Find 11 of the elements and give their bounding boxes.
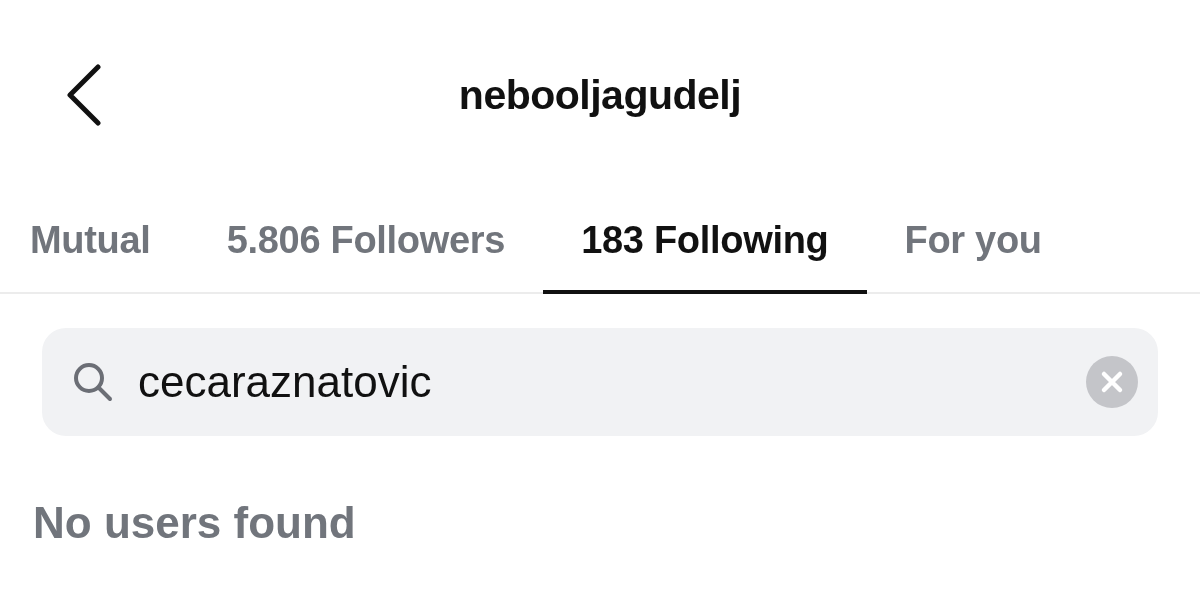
- search-field[interactable]: cecaraznatovic: [42, 328, 1158, 436]
- back-icon: [66, 64, 102, 126]
- search-icon: [72, 361, 114, 403]
- empty-message: No users found: [33, 498, 357, 548]
- search-input[interactable]: cecaraznatovic: [138, 357, 1062, 407]
- profile-username: nebooljagudelj: [458, 71, 742, 119]
- close-icon: [1086, 356, 1138, 408]
- tab[interactable]: 5.806 Followers: [188, 190, 544, 294]
- tab[interactable]: For you: [866, 190, 1080, 294]
- tab[interactable]: Mutual: [0, 190, 189, 294]
- tab[interactable]: 183 Following: [543, 190, 867, 294]
